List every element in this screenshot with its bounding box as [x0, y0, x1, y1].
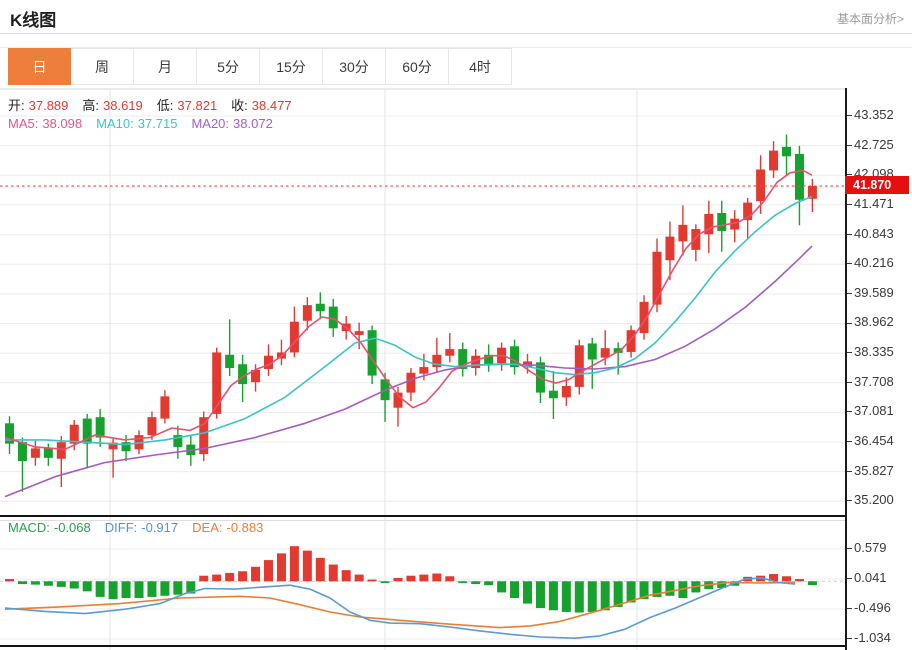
legend-label: MA10: — [96, 116, 134, 131]
current-price-tag: 41.870 — [845, 176, 909, 194]
axis-label: 35.827 — [847, 463, 894, 479]
ohlc-readout: 开: 37.889 高: 38.619 低:37.821 收: 38.477 — [8, 95, 306, 114]
tab-4时[interactable]: 4时 — [449, 48, 512, 85]
axis-label: 43.352 — [847, 107, 894, 123]
axis-label: 35.200 — [847, 492, 894, 508]
legend-label: DIFF: — [105, 520, 138, 535]
page-title: K线图 — [10, 6, 56, 31]
candles-layer — [5, 135, 817, 492]
legend-label: MA5: — [8, 116, 38, 131]
axis-label: 36.454 — [847, 433, 894, 449]
axis-label: 0.041 — [847, 570, 887, 586]
legend-value: -0.068 — [54, 520, 91, 535]
tab-30分[interactable]: 30分 — [323, 48, 386, 85]
axis-label: 42.725 — [847, 137, 894, 153]
ma10-line — [5, 196, 812, 444]
axis-label: -1.034 — [847, 630, 891, 646]
axis-label: -0.496 — [847, 600, 891, 616]
legend-value: -0.883 — [226, 520, 263, 535]
legend-value: 37.821 — [177, 98, 217, 113]
legend-value: 37.715 — [138, 116, 178, 131]
legend-label: 高: — [82, 98, 99, 113]
header-divider — [0, 33, 912, 34]
kline-panel: K线图 基本面分析> 日周月5分15分30分60分4时 开:37.889高:38… — [0, 0, 912, 650]
axis-label: 39.589 — [847, 285, 894, 301]
chart-area[interactable] — [0, 88, 845, 650]
legend-label: 收: — [231, 98, 248, 113]
ma-readout: MA5: 38.098 MA10: 37.715 MA20: 38.072 — [8, 116, 287, 131]
tab-日[interactable]: 日 — [8, 48, 71, 85]
tab-5分[interactable]: 5分 — [197, 48, 260, 85]
axis-label: 37.081 — [847, 403, 894, 419]
axis-label: 37.708 — [847, 374, 894, 390]
tab-月[interactable]: 月 — [134, 48, 197, 85]
axis-label: 40.216 — [847, 255, 894, 271]
tab-周[interactable]: 周 — [71, 48, 134, 85]
price-axis: 43.35242.72542.09841.47140.84340.21639.5… — [845, 88, 912, 650]
period-tabbar: 日周月5分15分30分60分4时 — [8, 48, 512, 85]
main-candlestick-chart[interactable] — [0, 89, 845, 518]
macd-chart[interactable] — [0, 518, 845, 650]
legend-value: 38.477 — [252, 98, 292, 113]
legend-value: 38.619 — [103, 98, 143, 113]
legend-label: 开: — [8, 98, 25, 113]
legend-value: 38.072 — [233, 116, 273, 131]
tab-60分[interactable]: 60分 — [386, 48, 449, 85]
macd-readout: MACD: -0.068 DIFF:-0.917 DEA: -0.883 — [8, 520, 277, 535]
tab-15分[interactable]: 15分 — [260, 48, 323, 85]
ma20-line — [5, 246, 812, 497]
legend-label: 低: — [157, 98, 174, 113]
legend-label: MA20: — [191, 116, 229, 131]
axis-label: 38.962 — [847, 314, 894, 330]
legend-label: DEA: — [192, 520, 222, 535]
legend-label: MACD: — [8, 520, 50, 535]
axis-label: 41.471 — [847, 196, 894, 212]
axis-label: 40.843 — [847, 226, 894, 242]
axis-label: 38.335 — [847, 344, 894, 360]
axis-label: 0.579 — [847, 540, 887, 556]
legend-value: 37.889 — [29, 98, 69, 113]
ma5-line — [5, 170, 812, 449]
legend-value: -0.917 — [141, 520, 178, 535]
legend-value: 38.098 — [42, 116, 82, 131]
fundamental-analysis-link[interactable]: 基本面分析> — [837, 10, 904, 27]
